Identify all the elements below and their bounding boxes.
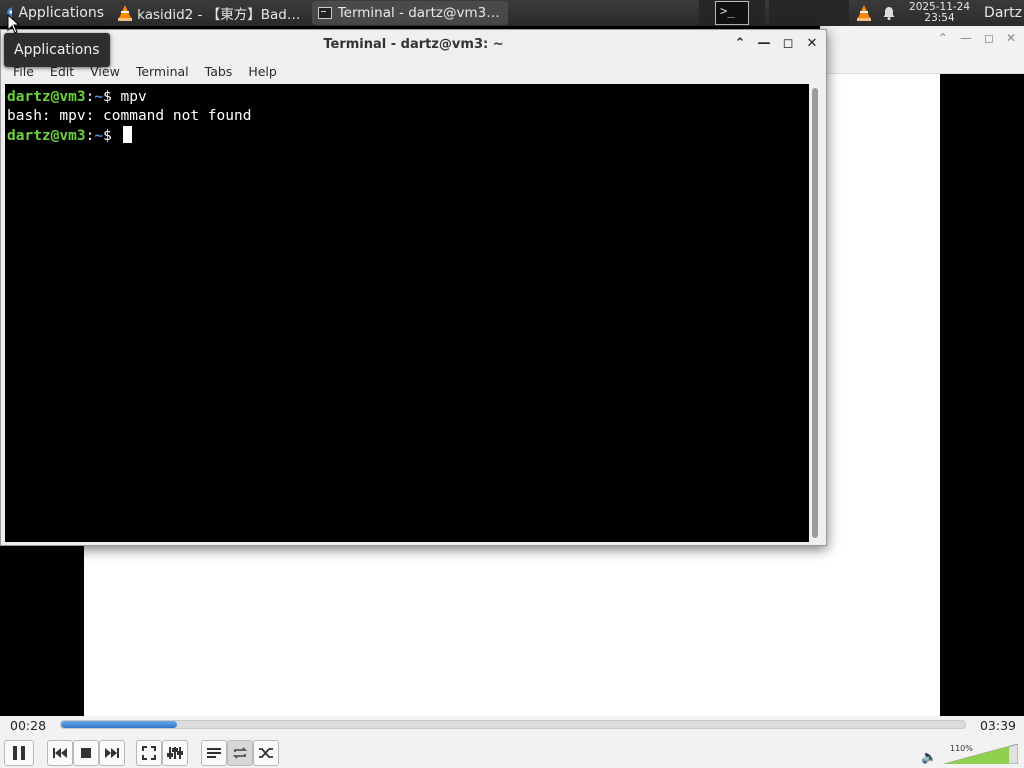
mouse-pointer-icon xyxy=(7,14,21,34)
prompt-dollar: $ xyxy=(103,89,121,105)
vlc-menubar xyxy=(820,50,1024,74)
command-text: mpv xyxy=(120,89,147,105)
text-cursor xyxy=(122,126,132,143)
seek-bar-fill xyxy=(61,721,177,728)
taskbar-item-label: kasidid2 - 【東方】Bad A... xyxy=(137,7,302,23)
equalizer-icon xyxy=(167,747,183,759)
prompt-user: dartz@vm3 xyxy=(7,89,86,105)
minimize-icon[interactable]: — xyxy=(756,34,772,52)
volume-percent: 110% xyxy=(950,744,973,753)
terminal-line: dartz@vm3:~$ mpv xyxy=(7,88,807,107)
stop-button[interactable] xyxy=(73,740,99,766)
shuffle-icon xyxy=(259,748,273,758)
taskbar-item-terminal[interactable]: Terminal - dartz@vm3: ~ xyxy=(312,1,508,25)
clock[interactable]: 2025-11-24 23:54 xyxy=(901,0,978,26)
maximize-icon[interactable]: ◻ xyxy=(780,34,796,52)
terminal-scrollbar[interactable] xyxy=(810,86,820,540)
close-icon[interactable]: ✕ xyxy=(804,34,820,52)
prompt-separator: : xyxy=(85,128,95,144)
minimize-icon[interactable]: — xyxy=(960,31,972,45)
speaker-icon[interactable]: 🔈 xyxy=(921,750,937,765)
terminal-icon xyxy=(318,7,332,19)
loop-button[interactable] xyxy=(227,740,253,766)
previous-icon xyxy=(53,748,67,758)
user-menu[interactable]: Dartz xyxy=(978,0,1024,26)
elapsed-time: 00:28 xyxy=(10,718,47,733)
panel-empty-slot xyxy=(769,0,850,26)
taskbar-item-vlc[interactable]: kasidid2 - 【東方】Bad A... xyxy=(112,1,308,25)
clock-time: 23:54 xyxy=(924,12,955,24)
maximize-icon[interactable]: ⌃ xyxy=(938,31,948,45)
terminal-window: Terminal - dartz@vm3: ~ ⌃ — ◻ ✕ File Edi… xyxy=(0,29,827,546)
window-title: Terminal - dartz@vm3: ~ xyxy=(323,36,504,52)
stop-icon xyxy=(81,748,91,758)
next-button[interactable] xyxy=(99,740,125,766)
shade-icon[interactable]: ⌃ xyxy=(732,34,748,52)
top-panel: Applications kasidid2 - 【東方】Bad A... Ter… xyxy=(0,0,1024,26)
playlist-icon xyxy=(207,748,221,758)
scrollbar-thumb[interactable] xyxy=(812,88,818,538)
vlc-cone-icon xyxy=(857,5,872,21)
terminal-launcher-icon: >_ xyxy=(715,1,750,25)
panel-spacer xyxy=(510,0,697,26)
taskbar-item-label: Terminal - dartz@vm3: ~ xyxy=(337,5,502,21)
prompt-user: dartz@vm3 xyxy=(7,128,86,144)
menu-tabs[interactable]: Tabs xyxy=(197,64,241,79)
terminal-line: bash: mpv: command not found xyxy=(7,108,252,124)
prompt-dollar: $ xyxy=(103,128,121,144)
loop-icon xyxy=(232,747,248,759)
random-button[interactable] xyxy=(253,740,279,766)
notifications-button[interactable] xyxy=(877,0,901,26)
playlist-button[interactable] xyxy=(201,740,227,766)
fullscreen-button[interactable] xyxy=(136,740,162,766)
prompt-separator: : xyxy=(85,89,95,105)
restore-icon[interactable]: ◻ xyxy=(984,31,994,45)
vlc-tray-icon[interactable] xyxy=(851,0,877,26)
applications-tooltip: Applications xyxy=(4,33,110,67)
bell-icon xyxy=(883,7,895,20)
close-icon[interactable]: ✕ xyxy=(1006,31,1016,45)
terminal-output[interactable]: dartz@vm3:~$ mpv bash: mpv: command not … xyxy=(5,84,809,542)
applications-label: Applications xyxy=(18,5,104,21)
seek-bar[interactable] xyxy=(60,720,966,729)
vlc-cone-icon xyxy=(118,5,133,21)
menu-terminal[interactable]: Terminal xyxy=(128,64,197,79)
pause-icon xyxy=(13,746,25,760)
vlc-titlebar: ⌃ — ◻ ✕ xyxy=(820,26,1024,50)
prompt-path: ~ xyxy=(94,128,104,144)
vlc-controls: 00:28 03:39 🔈 xyxy=(0,716,1024,768)
terminal-titlebar[interactable]: Terminal - dartz@vm3: ~ ⌃ — ◻ ✕ xyxy=(1,30,826,58)
menu-help[interactable]: Help xyxy=(240,64,285,79)
pause-button[interactable] xyxy=(4,740,34,766)
terminal-menubar: File Edit View Terminal Tabs Help xyxy=(1,58,826,84)
fullscreen-icon xyxy=(142,746,156,760)
total-time: 03:39 xyxy=(979,718,1016,733)
prompt-path: ~ xyxy=(94,89,104,105)
previous-button[interactable] xyxy=(47,740,73,766)
next-icon xyxy=(105,748,119,758)
terminal-line: dartz@vm3:~$ xyxy=(7,126,807,146)
terminal-launcher[interactable]: >_ xyxy=(699,0,766,26)
extended-settings-button[interactable] xyxy=(162,740,188,766)
